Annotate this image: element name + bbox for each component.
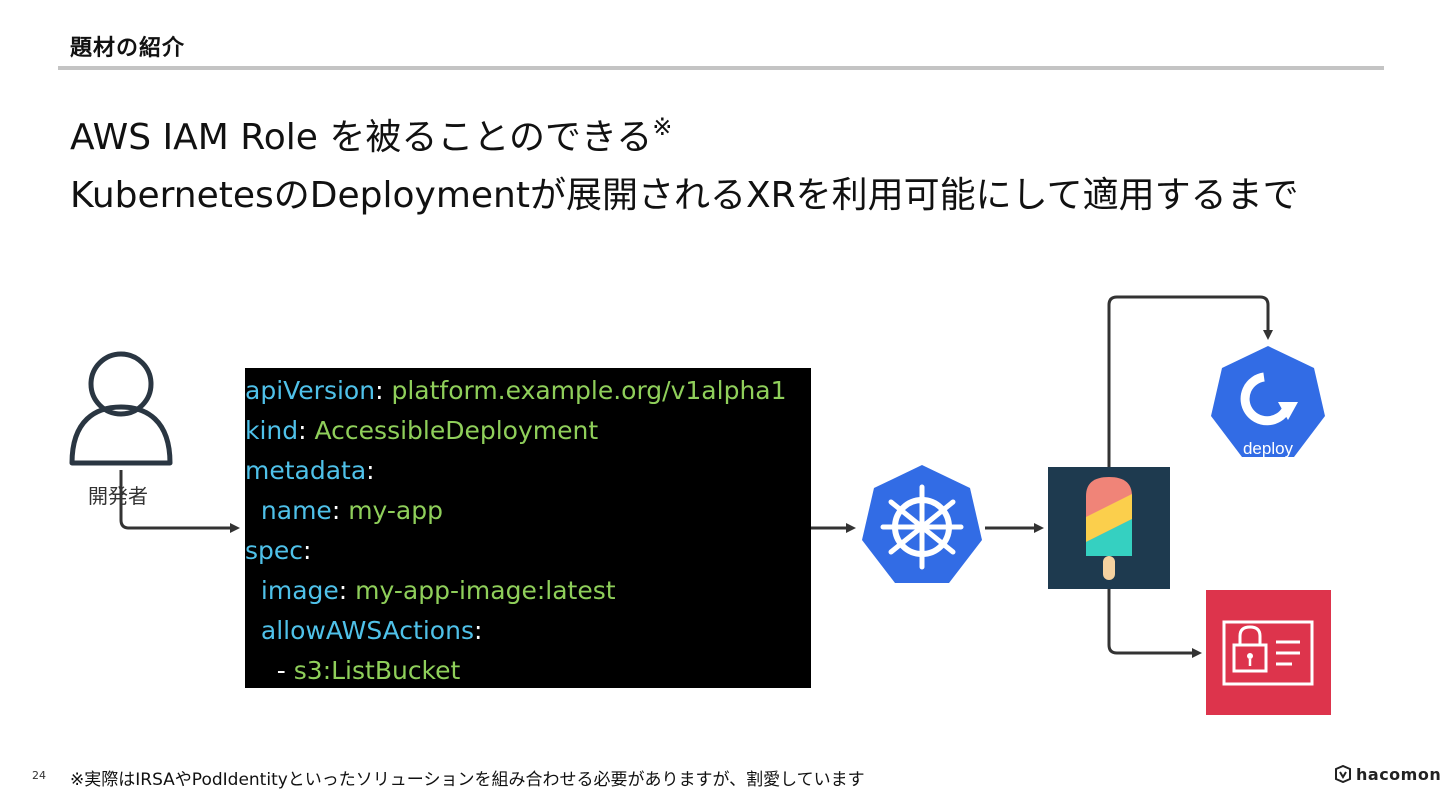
footnote: ※実際はIRSAやPodIdentityといったソリューションを組み合わせる必要… <box>70 770 865 790</box>
code-key: spec <box>245 536 304 565</box>
code-line: metadata: <box>245 451 811 491</box>
code-value: my-app <box>348 496 443 525</box>
code-line: spec: <box>245 531 811 571</box>
code-separator: : <box>338 576 356 605</box>
code-line: apiVersion: platform.example.org/v1alpha… <box>245 371 811 411</box>
crossplane-popsicle-icon <box>1048 467 1170 589</box>
brand-logo: hacomono <box>1334 763 1440 785</box>
hacomono-logo-icon <box>1335 765 1351 783</box>
kubernetes-deploy-icon: deploy <box>1211 346 1325 458</box>
code-key: kind <box>245 416 299 445</box>
code-line: allowAWSActions: <box>245 611 811 651</box>
code-separator: : <box>375 376 392 405</box>
code-separator: : <box>331 496 349 525</box>
code-separator: : <box>298 416 315 445</box>
developer-label: 開発者 <box>88 484 148 508</box>
kubernetes-helm-icon <box>862 465 982 583</box>
code-line: kind: AccessibleDeployment <box>245 411 811 451</box>
brand-name: hacomono <box>1356 764 1440 784</box>
page-number: 24 <box>32 769 46 782</box>
code-line: name: my-app <box>245 491 811 531</box>
code-key: allowAWSActions <box>260 616 474 645</box>
code-value: AccessibleDeployment <box>314 416 599 445</box>
deploy-icon-label: deploy <box>1243 439 1294 458</box>
code-value: my-app-image:latest <box>355 576 616 605</box>
code-key: apiVersion <box>245 376 376 405</box>
code-key: image <box>260 576 339 605</box>
code-indent: - <box>245 656 294 685</box>
code-key: name <box>260 496 332 525</box>
code-key: metadata <box>245 456 367 485</box>
aws-iam-role-icon <box>1206 590 1331 715</box>
code-value: platform.example.org/v1alpha1 <box>391 376 787 405</box>
code-separator: : <box>366 456 375 485</box>
xr-manifest-code-block: apiVersion: platform.example.org/v1alpha… <box>245 368 811 688</box>
code-line: - s3:ListBucket <box>245 651 811 688</box>
code-separator: : <box>473 616 483 645</box>
person-icon <box>69 351 173 466</box>
code-line: image: my-app-image:latest <box>245 571 811 611</box>
code-value: s3:ListBucket <box>293 656 461 685</box>
arrow-crossplane-to-iam <box>1107 589 1202 658</box>
code-separator: : <box>303 536 312 565</box>
